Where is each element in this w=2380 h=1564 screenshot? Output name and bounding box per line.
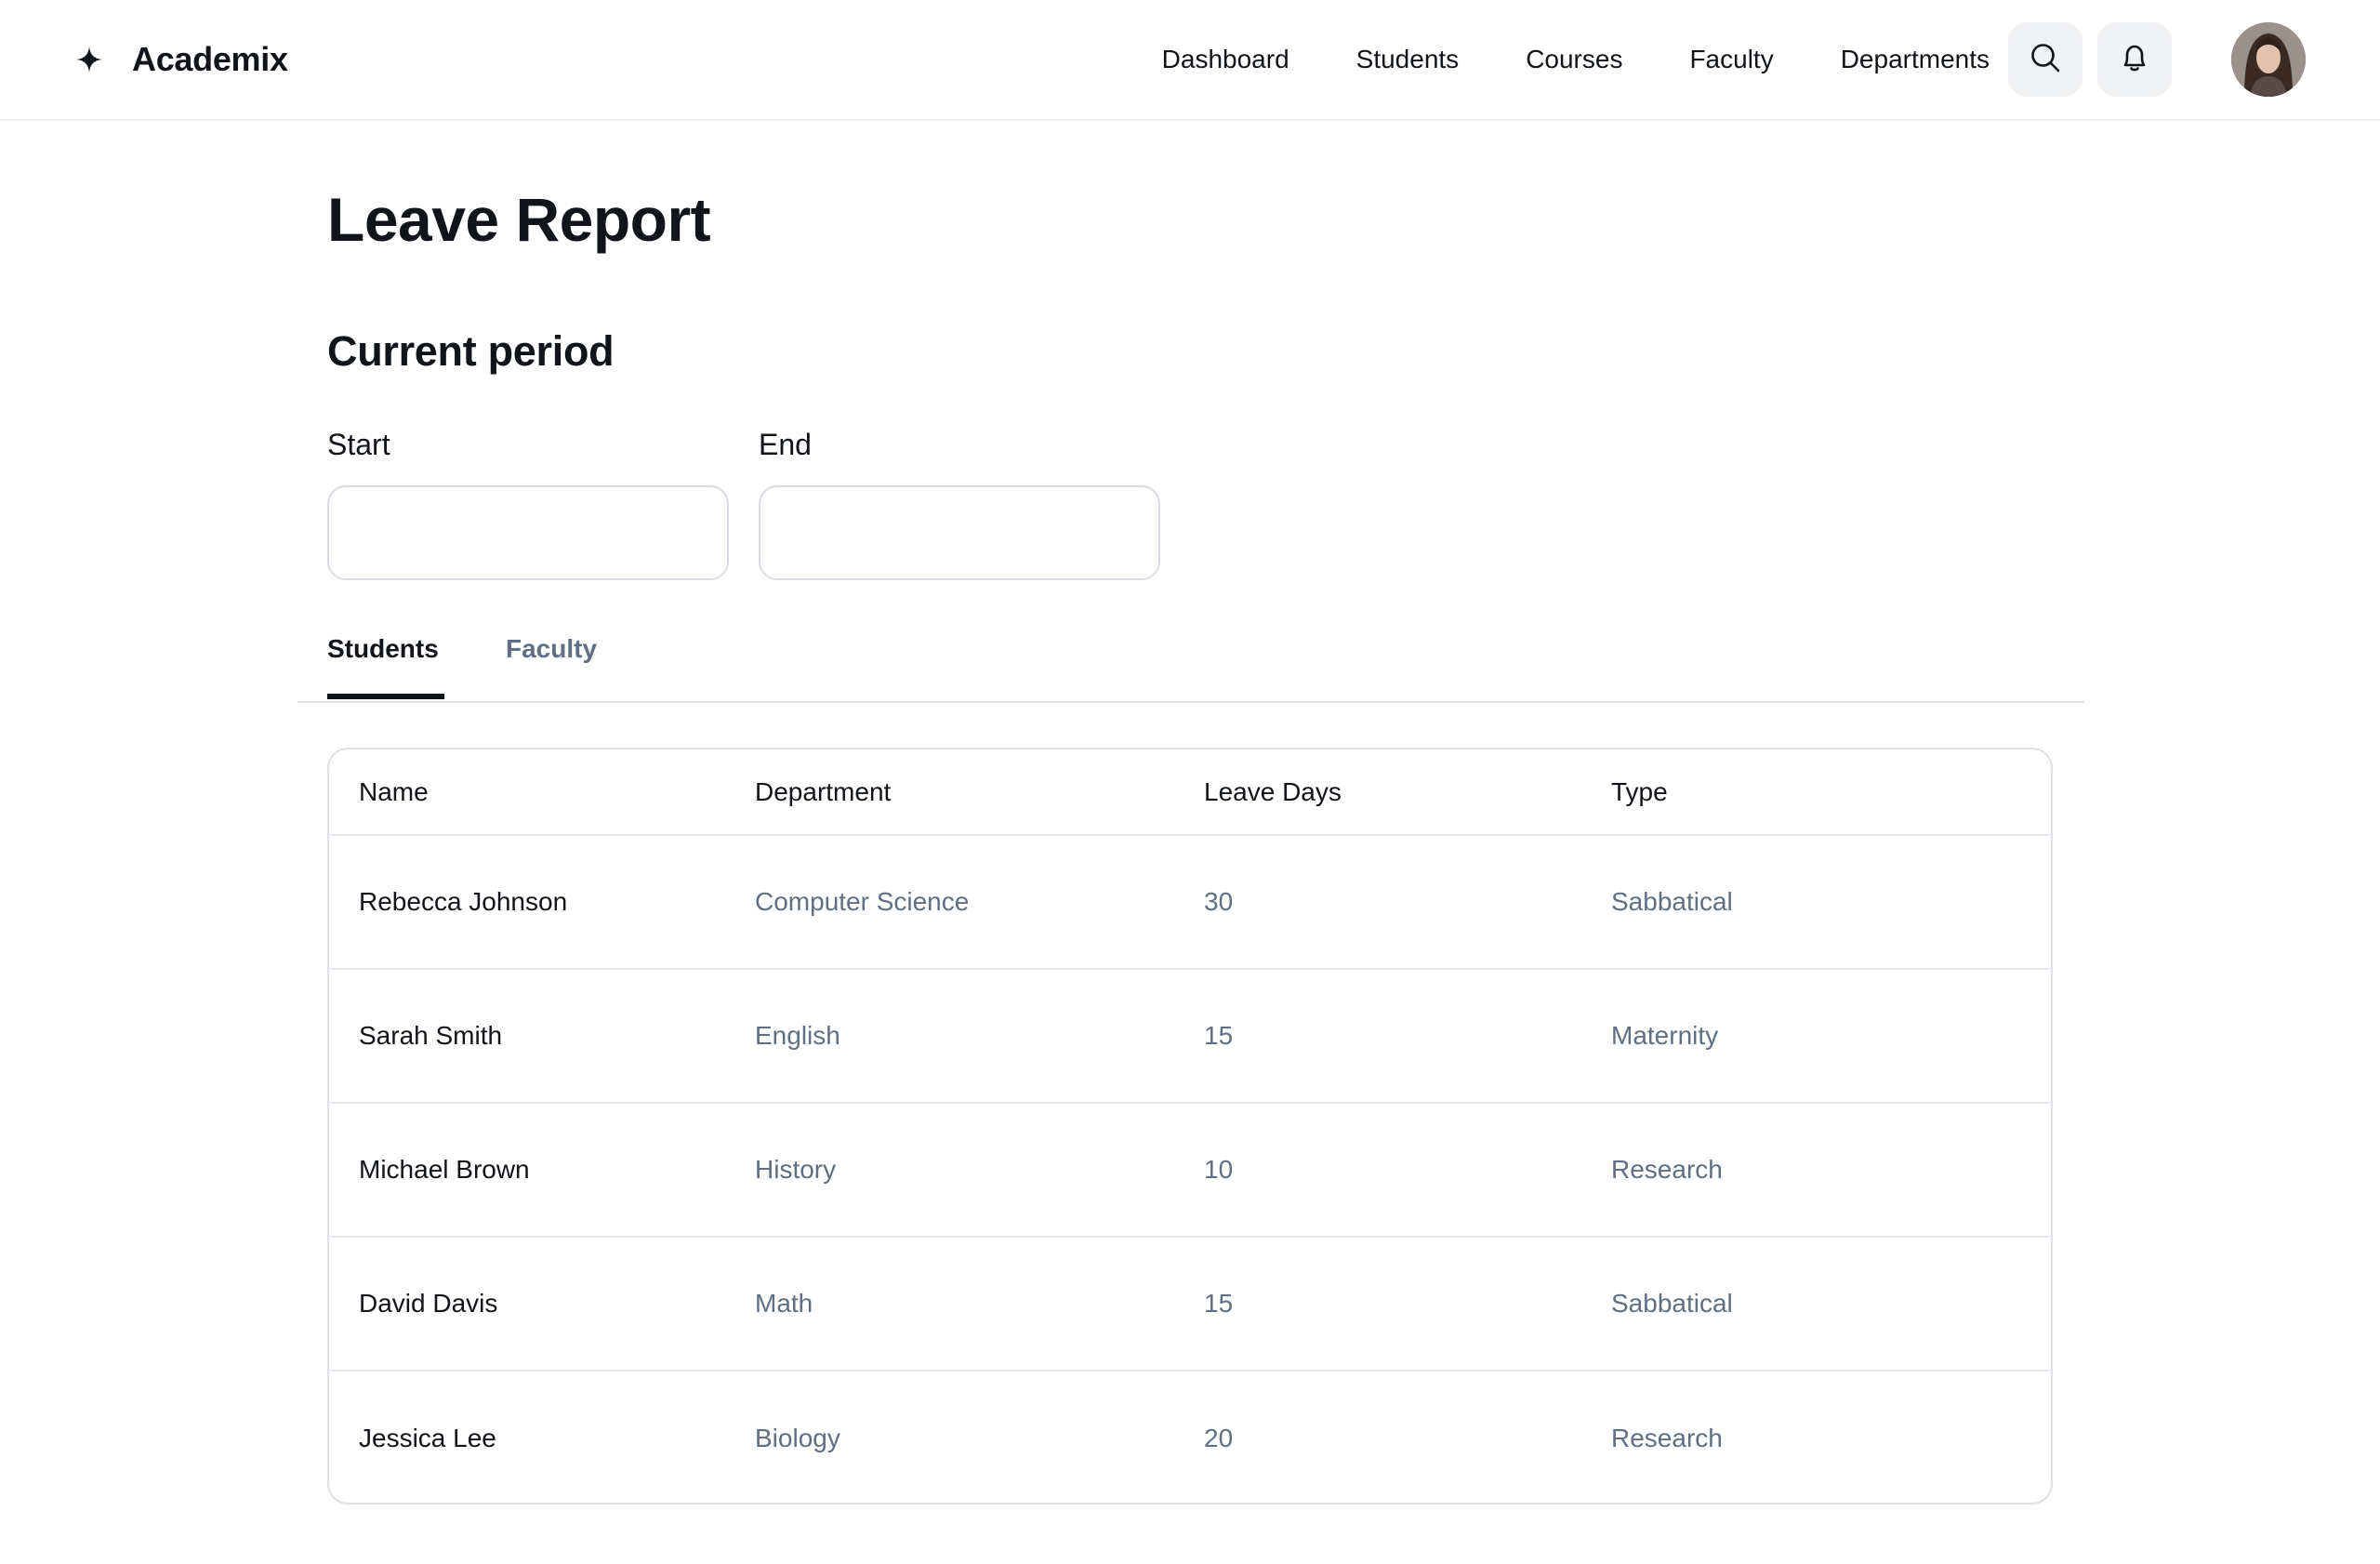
end-date-input[interactable] [759, 485, 1160, 580]
table-row[interactable]: Rebecca Johnson Computer Science 30 Sabb… [329, 835, 2051, 969]
column-header-type[interactable]: Type [1611, 749, 2051, 835]
cell-name: Jessica Lee [359, 1423, 496, 1452]
cell-leave-days: 15 [1204, 1289, 1234, 1318]
report-tabs: Students Faculty [298, 614, 2084, 703]
tab-students[interactable]: Students [327, 634, 439, 664]
start-date-input[interactable] [327, 485, 729, 580]
app-name: Academix [132, 40, 288, 78]
cell-leave-days: 20 [1204, 1423, 1234, 1452]
cell-leave-days: 10 [1204, 1155, 1234, 1184]
column-header-name[interactable]: Name [329, 749, 755, 835]
cell-type: Research [1611, 1423, 1723, 1452]
table-row[interactable]: Michael Brown History 10 Research [329, 1103, 2051, 1237]
table-row[interactable]: Jessica Lee Biology 20 Research [329, 1371, 2051, 1503]
cell-name: Rebecca Johnson [359, 887, 568, 916]
cell-department: History [755, 1155, 837, 1184]
leave-table: Name Department Leave Days Type Rebecca … [327, 748, 2053, 1504]
main-nav: Dashboard Students Courses Faculty Depar… [1095, 0, 1990, 119]
start-date-label: Start [327, 428, 390, 461]
cell-leave-days: 15 [1204, 1021, 1234, 1050]
column-header-department[interactable]: Department [755, 749, 1204, 835]
cell-type: Maternity [1611, 1021, 1719, 1050]
cell-department: Computer Science [755, 887, 970, 916]
active-tab-indicator [327, 694, 444, 699]
cell-department: Biology [755, 1423, 840, 1452]
bell-icon [2118, 41, 2151, 79]
column-header-leave-days[interactable]: Leave Days [1204, 749, 1611, 835]
notifications-button[interactable] [2097, 22, 2172, 97]
user-avatar[interactable] [2231, 22, 2306, 97]
section-title: Current period [327, 327, 615, 375]
nav-item-students[interactable]: Students [1356, 45, 1460, 74]
page-title: Leave Report [327, 185, 711, 254]
nav-item-courses[interactable]: Courses [1526, 45, 1622, 74]
cell-type: Research [1611, 1155, 1723, 1184]
nav-item-dashboard[interactable]: Dashboard [1162, 45, 1289, 74]
cell-department: English [755, 1021, 840, 1050]
cell-name: Sarah Smith [359, 1021, 503, 1050]
nav-item-faculty[interactable]: Faculty [1689, 45, 1773, 74]
table-row[interactable]: David Davis Math 15 Sabbatical [329, 1237, 2051, 1371]
brand[interactable]: Academix [74, 0, 288, 119]
table-header-row: Name Department Leave Days Type [329, 749, 2051, 835]
cell-type: Sabbatical [1611, 887, 1733, 916]
sparkle-icon [74, 45, 104, 74]
cell-type: Sabbatical [1611, 1289, 1733, 1318]
cell-name: Michael Brown [359, 1155, 530, 1184]
nav-item-departments[interactable]: Departments [1841, 45, 1990, 74]
cell-name: David Davis [359, 1289, 498, 1318]
top-navigation-bar: Academix Dashboard Students Courses Facu… [0, 0, 2380, 121]
cell-leave-days: 30 [1204, 887, 1234, 916]
search-button[interactable] [2008, 22, 2082, 97]
tab-faculty[interactable]: Faculty [506, 634, 597, 664]
cell-department: Math [755, 1289, 813, 1318]
table-row[interactable]: Sarah Smith English 15 Maternity [329, 969, 2051, 1103]
search-icon [2029, 41, 2062, 79]
end-date-label: End [759, 428, 812, 461]
